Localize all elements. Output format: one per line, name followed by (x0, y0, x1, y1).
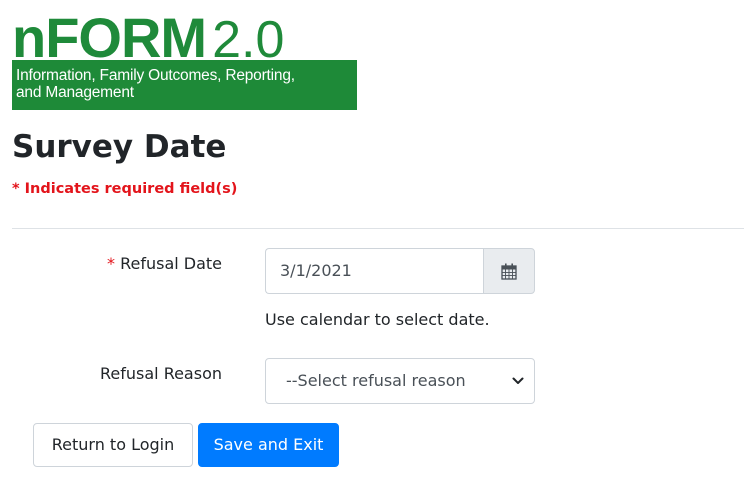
refusal-date-label: * Refusal Date (107, 252, 222, 276)
chevron-down-icon (512, 377, 524, 384)
save-and-exit-button[interactable]: Save and Exit (198, 423, 339, 467)
refusal-reason-selected: --Select refusal reason (286, 371, 466, 390)
calendar-icon (501, 263, 517, 280)
calendar-button[interactable] (483, 248, 535, 294)
section-divider (12, 228, 744, 229)
refusal-reason-label: Refusal Reason (100, 364, 222, 383)
nform-logo: nFORM 2.0 Information, Family Outcomes, R… (12, 8, 357, 110)
refusal-date-input-group: 3/1/2021 (265, 248, 535, 294)
required-field-note: * Indicates required field(s) (12, 181, 238, 197)
logo-tagline-line2: and Management (16, 84, 134, 101)
logo-wordmark: nFORM 2.0 (12, 8, 284, 70)
refusal-date-help: Use calendar to select date. (265, 310, 490, 329)
required-marker: * (107, 254, 115, 273)
refusal-date-label-text: Refusal Date (120, 254, 223, 273)
logo-tagline-line1: Information, Family Outcomes, Reporting, (16, 67, 295, 84)
logo-tagline-box: Information, Family Outcomes, Reporting,… (12, 60, 357, 110)
refusal-reason-select[interactable]: --Select refusal reason (265, 358, 535, 404)
return-to-login-button[interactable]: Return to Login (33, 423, 193, 467)
page-title: Survey Date (12, 129, 227, 165)
refusal-date-field[interactable]: 3/1/2021 (265, 248, 483, 294)
